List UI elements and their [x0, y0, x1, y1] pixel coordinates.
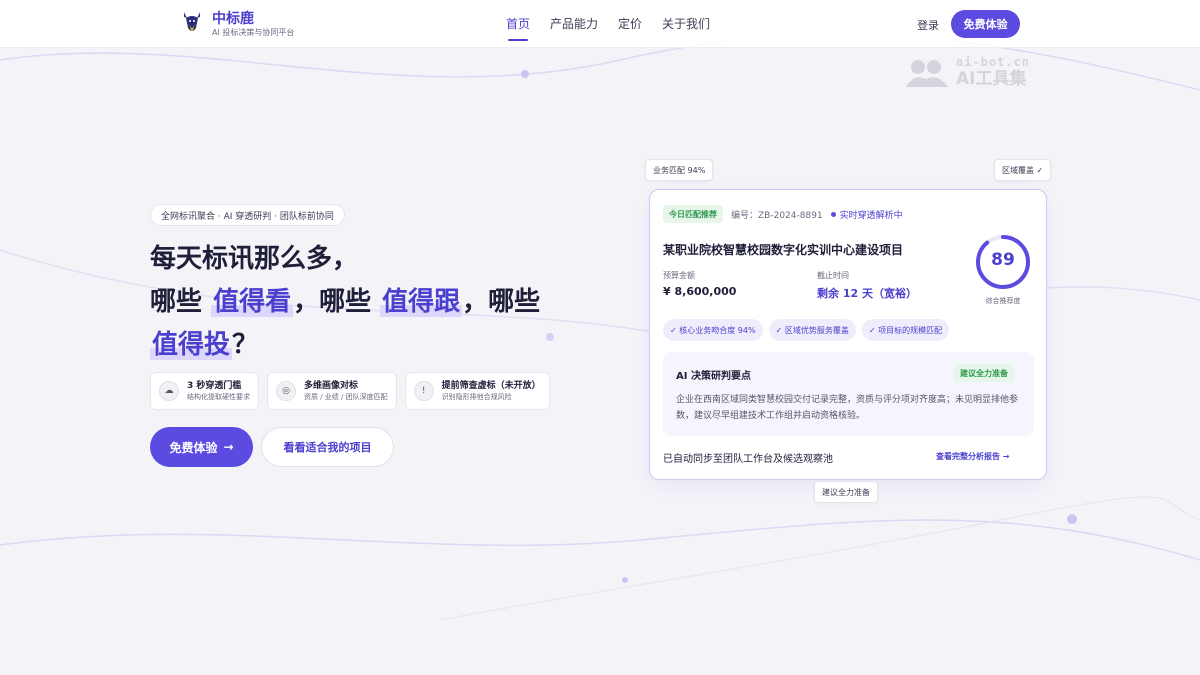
nav-products[interactable]: 产品能力 [550, 15, 598, 33]
recommend-badge: 今日匹配推荐 [663, 205, 723, 223]
hero-text: ，哪些 [293, 287, 381, 317]
full-report-link[interactable]: 查看完整分析报告 → [936, 451, 1010, 462]
main-nav: 首页 产品能力 定价 关于我们 [506, 15, 710, 41]
feature-subtitle: 资质 / 业绩 / 团队深度匹配 [304, 393, 388, 401]
hero-free-trial-button[interactable]: 免费体验 → [150, 427, 253, 467]
hero-line-1: 每天标讯那么多， [150, 244, 359, 274]
live-dot-icon [830, 211, 836, 217]
hero-text: ，哪些 [462, 287, 541, 317]
info-icon: ! [413, 381, 434, 401]
highlight-worth-bidding: 值得投 [150, 330, 233, 360]
watermark-logo-icon [906, 60, 948, 87]
feature-screening: ! 提前筛查虚标（未开放） 识别隐形排他合规风险 [404, 372, 550, 410]
highlight-worth-following: 值得跟 [380, 287, 463, 317]
feature-list: ☁ 3 秒穿透门槛 结构化提取硬性要求 ◎ 多维画像对标 资质 / 业绩 / 团… [150, 372, 550, 410]
feature-subtitle: 结构化提取硬性要求 [187, 393, 250, 401]
hero-line-3: 值得投？ [150, 324, 620, 367]
live-status-label: 实时穿透解析中 [839, 210, 903, 221]
ai-title: AI 决策研判要点 [676, 371, 751, 382]
chip-region-coverage: 区域覆盖 ✓ [994, 159, 1052, 181]
feature-subtitle: 识别隐形排他合规风险 [441, 393, 512, 401]
nav-home[interactable]: 首页 [506, 15, 530, 41]
watermark: ai-bot.cn AI工具集 [904, 55, 1030, 89]
feature-title: 多维画像对标 [304, 381, 359, 391]
budget-label: 预算金额 [663, 271, 695, 280]
deadline: 截止时间 剩余 12 天（宽裕） [817, 270, 917, 301]
sync-status: 已自动同步至团队工作台及候选观察池 [663, 454, 833, 465]
deadline-label: 截止时间 [817, 271, 849, 280]
feature-title: 提前筛查虚标（未开放） [441, 381, 541, 391]
watermark-domain: ai-bot.cn [956, 54, 1031, 69]
top-header: 中标鹿 AI 投标决策与协同平台 首页 产品能力 定价 关于我们 登录 免费体验 [0, 0, 1200, 48]
brand-tagline: AI 投标决策与协同平台 [212, 27, 295, 37]
card-header: 今日匹配推荐 编号：ZB-2024-8891 实时穿透解析中 [663, 205, 903, 223]
login-link[interactable]: 登录 [917, 17, 939, 33]
cloud-icon: ☁ [159, 381, 179, 401]
ai-analysis-box: AI 决策研判要点 建议全力准备 企业在西南区域同类智慧校园交付记录完整，资质与… [663, 352, 1034, 436]
nav-pricing[interactable]: 定价 [618, 15, 642, 33]
project-code: 编号：ZB-2024-8891 [731, 210, 823, 221]
deadline-value: 剩余 12 天（宽裕） [817, 287, 917, 300]
arrow-right-icon: → [223, 440, 234, 454]
project-title: 某职业院校智慧校园数字化实训中心建设项目 [663, 243, 904, 257]
tag-scale: ✓ 项目标的规模匹配 [861, 319, 950, 341]
score-value: 89 [991, 250, 1015, 270]
hero-title: 每天标讯那么多， 哪些 值得看，哪些 值得跟，哪些 值得投？ [150, 238, 620, 367]
brand-logo[interactable]: 中标鹿 AI 投标决策与协同平台 [180, 10, 294, 38]
button-label: 免费体验 [169, 440, 218, 455]
hero-text: 哪些 [150, 287, 212, 317]
free-trial-button[interactable]: 免费体验 [951, 10, 1020, 38]
tag-region: ✓ 区域优势服务覆盖 [768, 319, 856, 341]
project-card: 今日匹配推荐 编号：ZB-2024-8891 实时穿透解析中 某职业院校智慧校园… [649, 189, 1047, 480]
chip-prepare: 建议全力准备 [814, 481, 878, 503]
hero-tag: 全网标讯聚合 · AI 穿透研判 · 团队标前协同 [150, 204, 345, 226]
target-icon: ◎ [276, 381, 296, 401]
score-label: 综合推荐度 [985, 297, 1021, 305]
highlight-worth-seeing: 值得看 [211, 287, 294, 317]
feature-profile: ◎ 多维画像对标 资质 / 业绩 / 团队深度匹配 [267, 372, 397, 410]
feature-threshold: ☁ 3 秒穿透门槛 结构化提取硬性要求 [150, 372, 259, 410]
budget-value: ¥ 8,600,000 [663, 285, 737, 298]
brand-name: 中标鹿 [212, 10, 254, 27]
feature-title: 3 秒穿透门槛 [187, 381, 242, 391]
live-status: 实时穿透解析中 [830, 208, 903, 221]
chip-business-match: 业务匹配 94% [645, 159, 714, 181]
hero-text: ？ [232, 330, 259, 360]
tag-core-business: ✓ 核心业务吻合度 94% [663, 319, 763, 341]
ai-badge: 建议全力准备 [954, 364, 1014, 382]
watermark-name: AI工具集 [956, 68, 1027, 89]
view-projects-button[interactable]: 看看适合我的项目 [261, 427, 394, 467]
hero-line-2: 哪些 值得看，哪些 值得跟，哪些 [150, 281, 620, 324]
ai-body: 企业在西南区域同类智慧校园交付记录完整，资质与评分项对齐度高；未见明显排他参数，… [676, 395, 1019, 421]
nav-about[interactable]: 关于我们 [662, 15, 710, 33]
budget: 预算金额 ¥ 8,600,000 [663, 270, 736, 298]
deer-logo-icon [184, 12, 200, 32]
match-tags: ✓ 核心业务吻合度 94% ✓ 区域优势服务覆盖 ✓ 项目标的规模匹配 [663, 319, 950, 341]
